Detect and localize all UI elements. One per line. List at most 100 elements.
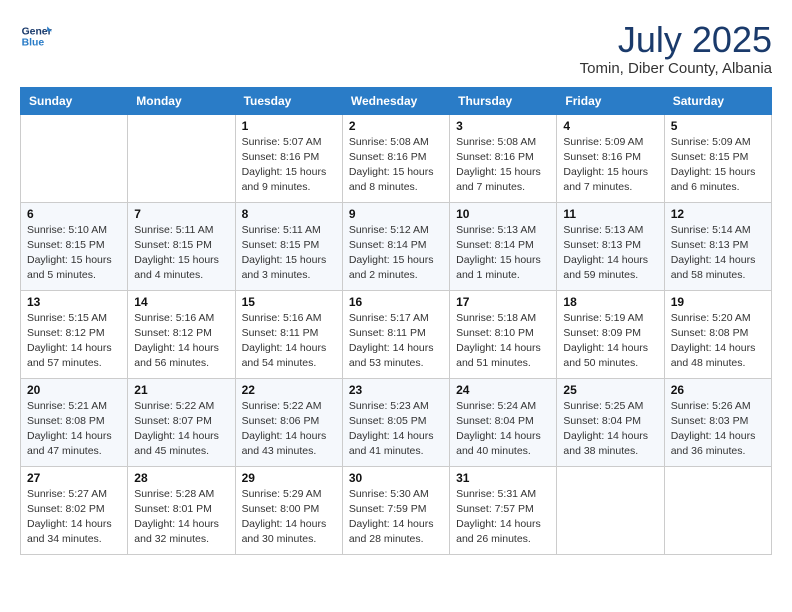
day-detail: Sunrise: 5:17 AMSunset: 8:11 PMDaylight:… <box>349 311 443 372</box>
day-number: 21 <box>134 383 228 397</box>
calendar-cell: 26 Sunrise: 5:26 AMSunset: 8:03 PMDayligh… <box>664 378 771 466</box>
day-number: 23 <box>349 383 443 397</box>
day-number: 4 <box>563 119 657 133</box>
calendar-cell: 31 Sunrise: 5:31 AMSunset: 7:57 PMDayligh… <box>450 466 557 554</box>
day-header-saturday: Saturday <box>664 87 771 114</box>
calendar-cell: 17 Sunrise: 5:18 AMSunset: 8:10 PMDayligh… <box>450 290 557 378</box>
calendar-cell: 22 Sunrise: 5:22 AMSunset: 8:06 PMDayligh… <box>235 378 342 466</box>
calendar-table: SundayMondayTuesdayWednesdayThursdayFrid… <box>20 87 772 555</box>
day-detail: Sunrise: 5:25 AMSunset: 8:04 PMDaylight:… <box>563 399 657 460</box>
week-row-5: 27 Sunrise: 5:27 AMSunset: 8:02 PMDayligh… <box>21 466 772 554</box>
calendar-cell: 14 Sunrise: 5:16 AMSunset: 8:12 PMDayligh… <box>128 290 235 378</box>
day-detail: Sunrise: 5:16 AMSunset: 8:12 PMDaylight:… <box>134 311 228 372</box>
day-number: 19 <box>671 295 765 309</box>
day-detail: Sunrise: 5:21 AMSunset: 8:08 PMDaylight:… <box>27 399 121 460</box>
title-block: July 2025 Tomin, Diber County, Albania <box>580 20 772 77</box>
calendar-cell: 1 Sunrise: 5:07 AMSunset: 8:16 PMDaylight… <box>235 114 342 202</box>
day-detail: Sunrise: 5:08 AMSunset: 8:16 PMDaylight:… <box>349 135 443 196</box>
day-detail: Sunrise: 5:16 AMSunset: 8:11 PMDaylight:… <box>242 311 336 372</box>
day-number: 27 <box>27 471 121 485</box>
day-number: 31 <box>456 471 550 485</box>
days-header-row: SundayMondayTuesdayWednesdayThursdayFrid… <box>21 87 772 114</box>
calendar-cell: 2 Sunrise: 5:08 AMSunset: 8:16 PMDaylight… <box>342 114 449 202</box>
day-detail: Sunrise: 5:22 AMSunset: 8:07 PMDaylight:… <box>134 399 228 460</box>
day-number: 14 <box>134 295 228 309</box>
day-number: 30 <box>349 471 443 485</box>
week-row-2: 6Sunrise: 5:10 AMSunset: 8:15 PMDaylight… <box>21 202 772 290</box>
day-number: 24 <box>456 383 550 397</box>
calendar-cell: 10 Sunrise: 5:13 AMSunset: 8:14 PMDayligh… <box>450 202 557 290</box>
day-detail: Sunrise: 5:26 AMSunset: 8:03 PMDaylight:… <box>671 399 765 460</box>
day-detail: Sunrise: 5:08 AMSunset: 8:16 PMDaylight:… <box>456 135 550 196</box>
calendar-cell: 27 Sunrise: 5:27 AMSunset: 8:02 PMDayligh… <box>21 466 128 554</box>
calendar-cell: 11 Sunrise: 5:13 AMSunset: 8:13 PMDayligh… <box>557 202 664 290</box>
day-detail: Sunrise: 5:11 AMSunset: 8:15 PMDaylight:… <box>242 223 336 284</box>
day-number: 16 <box>349 295 443 309</box>
day-detail: Sunrise: 5:14 AMSunset: 8:13 PMDaylight:… <box>671 223 765 284</box>
day-detail: Sunrise: 5:13 AMSunset: 8:14 PMDaylight:… <box>456 223 550 284</box>
day-number: 29 <box>242 471 336 485</box>
calendar-cell: 21 Sunrise: 5:22 AMSunset: 8:07 PMDayligh… <box>128 378 235 466</box>
day-number: 1 <box>242 119 336 133</box>
calendar-cell: 24 Sunrise: 5:24 AMSunset: 8:04 PMDayligh… <box>450 378 557 466</box>
day-number: 9 <box>349 207 443 221</box>
day-header-tuesday: Tuesday <box>235 87 342 114</box>
day-detail: Sunrise: 5:27 AMSunset: 8:02 PMDaylight:… <box>27 487 121 548</box>
calendar-cell: 6Sunrise: 5:10 AMSunset: 8:15 PMDaylight… <box>21 202 128 290</box>
calendar-cell: 5Sunrise: 5:09 AMSunset: 8:15 PMDaylight… <box>664 114 771 202</box>
week-row-1: 1 Sunrise: 5:07 AMSunset: 8:16 PMDaylight… <box>21 114 772 202</box>
day-number: 17 <box>456 295 550 309</box>
day-detail: Sunrise: 5:19 AMSunset: 8:09 PMDaylight:… <box>563 311 657 372</box>
day-detail: Sunrise: 5:22 AMSunset: 8:06 PMDaylight:… <box>242 399 336 460</box>
calendar-cell: 3 Sunrise: 5:08 AMSunset: 8:16 PMDaylight… <box>450 114 557 202</box>
day-detail: Sunrise: 5:28 AMSunset: 8:01 PMDaylight:… <box>134 487 228 548</box>
day-number: 13 <box>27 295 121 309</box>
day-number: 10 <box>456 207 550 221</box>
day-number: 22 <box>242 383 336 397</box>
day-number: 2 <box>349 119 443 133</box>
calendar-cell: 15 Sunrise: 5:16 AMSunset: 8:11 PMDayligh… <box>235 290 342 378</box>
day-number: 6 <box>27 207 121 221</box>
day-detail: Sunrise: 5:24 AMSunset: 8:04 PMDaylight:… <box>456 399 550 460</box>
day-number: 18 <box>563 295 657 309</box>
day-header-thursday: Thursday <box>450 87 557 114</box>
day-detail: Sunrise: 5:30 AMSunset: 7:59 PMDaylight:… <box>349 487 443 548</box>
day-detail: Sunrise: 5:13 AMSunset: 8:13 PMDaylight:… <box>563 223 657 284</box>
logo: General Blue <box>20 20 52 52</box>
day-number: 8 <box>242 207 336 221</box>
day-number: 3 <box>456 119 550 133</box>
calendar-cell: 18 Sunrise: 5:19 AMSunset: 8:09 PMDayligh… <box>557 290 664 378</box>
day-detail: Sunrise: 5:12 AMSunset: 8:14 PMDaylight:… <box>349 223 443 284</box>
day-number: 5 <box>671 119 765 133</box>
day-detail: Sunrise: 5:20 AMSunset: 8:08 PMDaylight:… <box>671 311 765 372</box>
calendar-cell <box>664 466 771 554</box>
day-detail: Sunrise: 5:23 AMSunset: 8:05 PMDaylight:… <box>349 399 443 460</box>
week-row-3: 13 Sunrise: 5:15 AMSunset: 8:12 PMDayligh… <box>21 290 772 378</box>
page-header: General Blue July 2025 Tomin, Diber Coun… <box>20 20 772 77</box>
calendar-cell: 28 Sunrise: 5:28 AMSunset: 8:01 PMDayligh… <box>128 466 235 554</box>
day-number: 15 <box>242 295 336 309</box>
day-number: 11 <box>563 207 657 221</box>
day-header-wednesday: Wednesday <box>342 87 449 114</box>
day-detail: Sunrise: 5:11 AMSunset: 8:15 PMDaylight:… <box>134 223 228 284</box>
logo-icon: General Blue <box>20 20 52 52</box>
calendar-cell: 4Sunrise: 5:09 AMSunset: 8:16 PMDaylight… <box>557 114 664 202</box>
calendar-cell <box>21 114 128 202</box>
day-header-sunday: Sunday <box>21 87 128 114</box>
day-number: 28 <box>134 471 228 485</box>
calendar-cell: 13 Sunrise: 5:15 AMSunset: 8:12 PMDayligh… <box>21 290 128 378</box>
day-detail: Sunrise: 5:29 AMSunset: 8:00 PMDaylight:… <box>242 487 336 548</box>
day-detail: Sunrise: 5:31 AMSunset: 7:57 PMDaylight:… <box>456 487 550 548</box>
calendar-cell: 16 Sunrise: 5:17 AMSunset: 8:11 PMDayligh… <box>342 290 449 378</box>
day-number: 7 <box>134 207 228 221</box>
day-detail: Sunrise: 5:15 AMSunset: 8:12 PMDaylight:… <box>27 311 121 372</box>
day-detail: Sunrise: 5:07 AMSunset: 8:16 PMDaylight:… <box>242 135 336 196</box>
calendar-cell: 23 Sunrise: 5:23 AMSunset: 8:05 PMDayligh… <box>342 378 449 466</box>
month-title: July 2025 <box>580 20 772 60</box>
calendar-cell: 30 Sunrise: 5:30 AMSunset: 7:59 PMDayligh… <box>342 466 449 554</box>
calendar-cell <box>557 466 664 554</box>
week-row-4: 20Sunrise: 5:21 AMSunset: 8:08 PMDayligh… <box>21 378 772 466</box>
location-title: Tomin, Diber County, Albania <box>580 60 772 77</box>
day-detail: Sunrise: 5:18 AMSunset: 8:10 PMDaylight:… <box>456 311 550 372</box>
day-number: 26 <box>671 383 765 397</box>
